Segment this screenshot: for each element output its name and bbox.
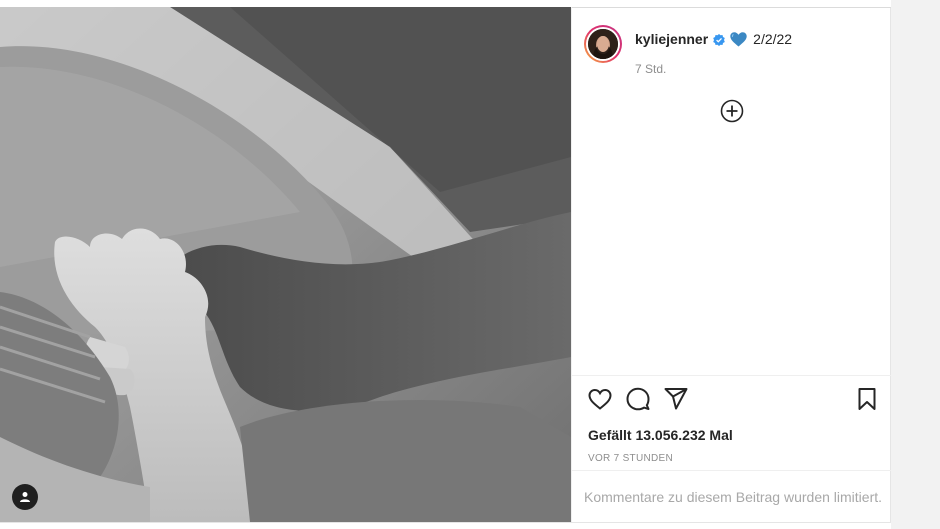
comments-limited-notice: Kommentare zu diesem Beitrag wurden limi… xyxy=(584,489,883,505)
likes-count[interactable]: Gefällt 13.056.232 Mal xyxy=(588,427,733,443)
heart-outline-icon xyxy=(588,388,612,410)
photo-image xyxy=(0,7,571,522)
caption-line: kyliejenner 2/2/22 xyxy=(635,31,792,47)
blue-heart-icon xyxy=(730,31,747,47)
load-more-comments-button[interactable] xyxy=(720,99,744,123)
comment-bubble-icon xyxy=(626,387,650,411)
comments-divider xyxy=(572,470,892,471)
actions-divider xyxy=(572,375,892,376)
plus-circle-icon xyxy=(720,99,744,123)
like-button[interactable] xyxy=(587,386,613,412)
username-link[interactable]: kyliejenner xyxy=(635,31,708,47)
comment-button[interactable] xyxy=(625,386,651,412)
panel-top-divider xyxy=(572,7,892,8)
page-background-gutter xyxy=(891,0,940,529)
share-button[interactable] xyxy=(663,386,689,412)
avatar[interactable] xyxy=(584,25,622,63)
save-button[interactable] xyxy=(854,386,880,412)
caption-time-ago: 7 Std. xyxy=(635,62,667,76)
post-timestamp[interactable]: VOR 7 STUNDEN xyxy=(588,453,673,464)
post-caption: kyliejenner 2/2/22 7 Std. xyxy=(584,25,884,85)
user-tag-icon xyxy=(20,492,30,502)
instagram-post-view: kyliejenner 2/2/22 7 Std. Gefällt 13.056… xyxy=(0,0,940,529)
caption-text: 2/2/22 xyxy=(753,31,793,47)
verified-badge-icon xyxy=(713,33,725,46)
post-photo[interactable] xyxy=(0,7,571,522)
avatar-image xyxy=(588,29,618,59)
bookmark-icon xyxy=(858,388,876,410)
post-side-panel: kyliejenner 2/2/22 7 Std. Gefällt 13.056… xyxy=(571,7,892,522)
bottom-border xyxy=(0,522,891,523)
paper-plane-icon xyxy=(664,388,688,410)
user-tag-button[interactable] xyxy=(12,484,38,510)
